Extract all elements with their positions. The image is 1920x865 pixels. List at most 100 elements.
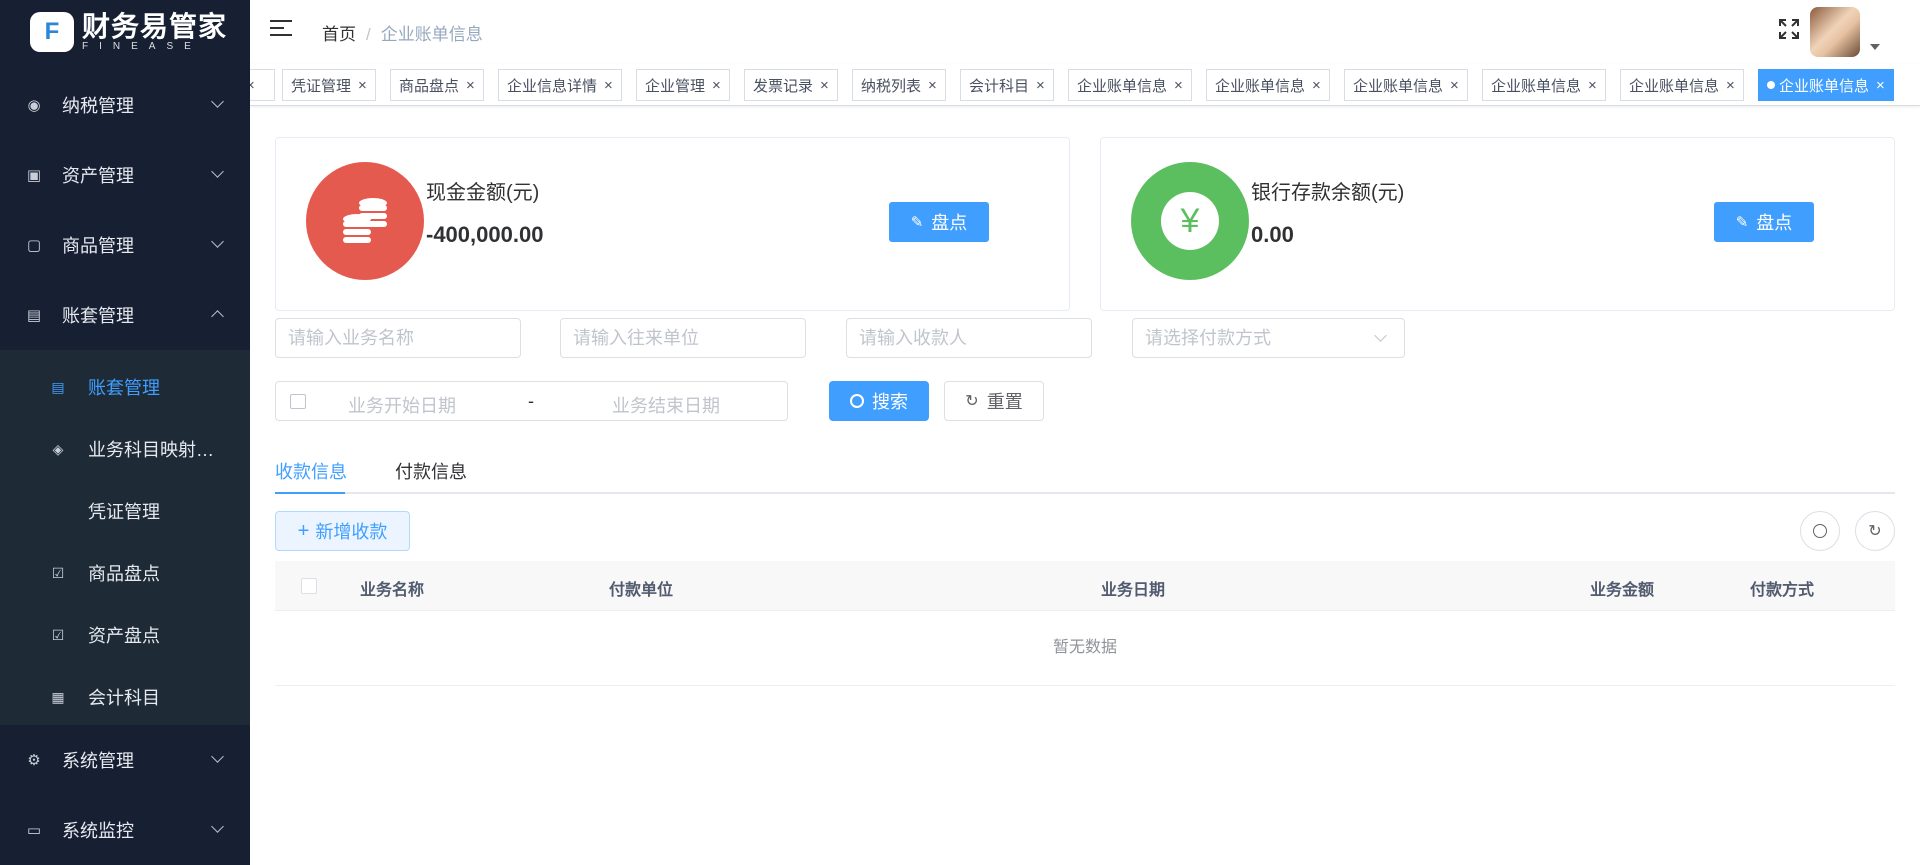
sidebar-item-label: 业务科目映射… <box>88 440 214 460</box>
column-header-payer[interactable]: 付款单位 <box>609 576 673 600</box>
fullscreen-icon[interactable] <box>1778 18 1800 40</box>
close-icon[interactable]: × <box>358 77 367 94</box>
cash-count-button[interactable]: ✎ 盘点 <box>889 202 989 242</box>
tab-receipts[interactable]: 收款信息 <box>275 458 347 484</box>
sidebar-item-label: 资产盘点 <box>88 626 160 646</box>
tag-item[interactable]: 商品盘点 × <box>390 69 484 101</box>
close-icon[interactable]: × <box>604 77 613 94</box>
tag-item[interactable]: 纳税列表 × <box>852 69 946 101</box>
close-icon[interactable]: × <box>1036 77 1045 94</box>
caret-down-icon[interactable] <box>1870 44 1880 50</box>
close-icon[interactable]: × <box>1588 77 1597 94</box>
tag-item[interactable]: × <box>250 69 275 101</box>
menu-item-assets[interactable]: ▣ 资产管理 <box>0 140 250 210</box>
menu-toggle-icon[interactable] <box>270 20 292 40</box>
camera-icon: ▣ <box>26 167 42 184</box>
coins-icon <box>306 162 424 280</box>
breadcrumb: 首页 / 企业账单信息 <box>322 20 483 45</box>
sidebar-item-label: 凭证管理 <box>88 502 160 522</box>
refresh-icon: ↻ <box>965 393 979 410</box>
sidebar-item-goods-check[interactable]: ☑ 商品盘点 <box>0 542 250 604</box>
tag-item[interactable]: 企业账单信息 × <box>1206 69 1330 101</box>
tag-item[interactable]: 企业管理 × <box>636 69 730 101</box>
calculator-icon: ▦ <box>51 688 65 705</box>
close-icon[interactable]: × <box>928 77 937 94</box>
refresh-button[interactable]: ↻ <box>1855 511 1895 551</box>
tag-item[interactable]: 凭证管理 × <box>282 69 376 101</box>
tag-item[interactable]: 企业账单信息 × <box>1068 69 1192 101</box>
end-date-input[interactable]: 业务结束日期 <box>612 392 720 418</box>
tab-payments[interactable]: 付款信息 <box>395 458 467 484</box>
start-date-input[interactable]: 业务开始日期 <box>348 392 456 418</box>
avatar[interactable] <box>1810 7 1860 57</box>
image-icon: ▢ <box>26 237 42 254</box>
toggle-search-button[interactable] <box>1800 511 1840 551</box>
column-header-pay-method[interactable]: 付款方式 <box>1750 576 1814 600</box>
sidebar-item-ledger-manage[interactable]: ▤ 账套管理 <box>0 356 250 418</box>
layers-icon: ◈ <box>52 440 64 457</box>
sidebar: F 财务易管家 FINEASE ◉ 纳税管理 ▣ 资产管理 ▢ 商品管理 ▤ 账… <box>0 0 250 865</box>
bank-count-button[interactable]: ✎ 盘点 <box>1714 202 1814 242</box>
tabs: 收款信息 付款信息 <box>275 450 1895 494</box>
tag-item[interactable]: 企业账单信息 × <box>1620 69 1744 101</box>
close-icon[interactable]: × <box>820 77 829 94</box>
menu-item-monitor[interactable]: ▭ 系统监控 <box>0 795 250 865</box>
close-icon[interactable]: × <box>1450 77 1459 94</box>
sidebar-item-asset-check[interactable]: ☑ 资产盘点 <box>0 604 250 666</box>
logo-icon: F <box>30 12 74 52</box>
menu-label: 账套管理 <box>62 306 134 326</box>
menu-item-system[interactable]: ⚙ 系统管理 <box>0 725 250 795</box>
menu-item-ledger[interactable]: ▤ 账套管理 <box>0 280 250 350</box>
sidebar-item-subject-mapping[interactable]: ◈ 业务科目映射… <box>0 418 250 480</box>
column-header-biz-date[interactable]: 业务日期 <box>1101 576 1165 600</box>
close-icon[interactable]: × <box>1726 77 1735 94</box>
payee-input[interactable] <box>846 318 1092 358</box>
close-icon[interactable]: × <box>712 77 721 94</box>
close-icon[interactable]: × <box>1174 77 1183 94</box>
tag-item[interactable]: 企业账单信息 × <box>1482 69 1606 101</box>
checkbox-icon: ☑ <box>51 564 65 581</box>
app-subtitle: FINEASE <box>82 41 202 52</box>
close-icon[interactable]: × <box>1876 77 1885 94</box>
breadcrumb-separator: / <box>366 25 371 44</box>
tag-item[interactable]: 会计科目 × <box>960 69 1054 101</box>
chevron-down-icon <box>211 165 224 178</box>
menu-item-goods[interactable]: ▢ 商品管理 <box>0 210 250 280</box>
chevron-down-icon <box>211 820 224 833</box>
breadcrumb-home[interactable]: 首页 <box>322 25 356 44</box>
close-icon[interactable]: × <box>250 77 255 94</box>
gear-icon: ⚙ <box>27 752 41 769</box>
search-button[interactable]: 搜索 <box>829 381 929 421</box>
chevron-down-icon <box>211 235 224 248</box>
tab-indicator <box>275 492 345 494</box>
monitor-icon: ▭ <box>26 822 42 839</box>
tag-item-active[interactable]: 企业账单信息 × <box>1758 69 1894 101</box>
sidebar-item-label: 会计科目 <box>88 688 160 708</box>
sidebar-item-voucher[interactable]: 凭证管理 <box>0 480 250 542</box>
tag-item[interactable]: 企业账单信息 × <box>1344 69 1468 101</box>
chevron-down-icon <box>211 750 224 763</box>
pay-method-select[interactable] <box>1132 318 1405 358</box>
date-separator: - <box>528 391 534 411</box>
reset-button[interactable]: ↻ 重置 <box>944 381 1044 421</box>
add-receipt-button[interactable]: + 新增收款 <box>275 511 410 551</box>
close-icon[interactable]: × <box>1312 77 1321 94</box>
column-header-biz-name[interactable]: 业务名称 <box>360 576 424 600</box>
partner-input[interactable] <box>560 318 806 358</box>
search-icon <box>850 394 864 408</box>
menu-item-tax[interactable]: ◉ 纳税管理 <box>0 70 250 140</box>
date-range-picker[interactable]: 业务开始日期 - 业务结束日期 <box>275 381 788 421</box>
column-header-amount[interactable]: 业务金额 <box>1590 576 1654 600</box>
select-all-checkbox[interactable] <box>301 578 317 594</box>
close-icon[interactable]: × <box>466 77 475 94</box>
logo: F 财务易管家 FINEASE <box>0 0 250 64</box>
bank-value: 0.00 <box>1251 222 1294 247</box>
biz-name-input[interactable] <box>275 318 521 358</box>
sidebar-item-accounts[interactable]: ▦ 会计科目 <box>0 666 250 728</box>
menu-label: 纳税管理 <box>62 96 134 116</box>
tag-item[interactable]: 企业信息详情 × <box>498 69 622 101</box>
cash-label: 现金金额(元) <box>426 182 540 204</box>
cash-card: 现金金额(元) -400,000.00 ✎ 盘点 <box>275 137 1070 311</box>
breadcrumb-current: 企业账单信息 <box>380 25 483 44</box>
tag-item[interactable]: 发票记录 × <box>744 69 838 101</box>
